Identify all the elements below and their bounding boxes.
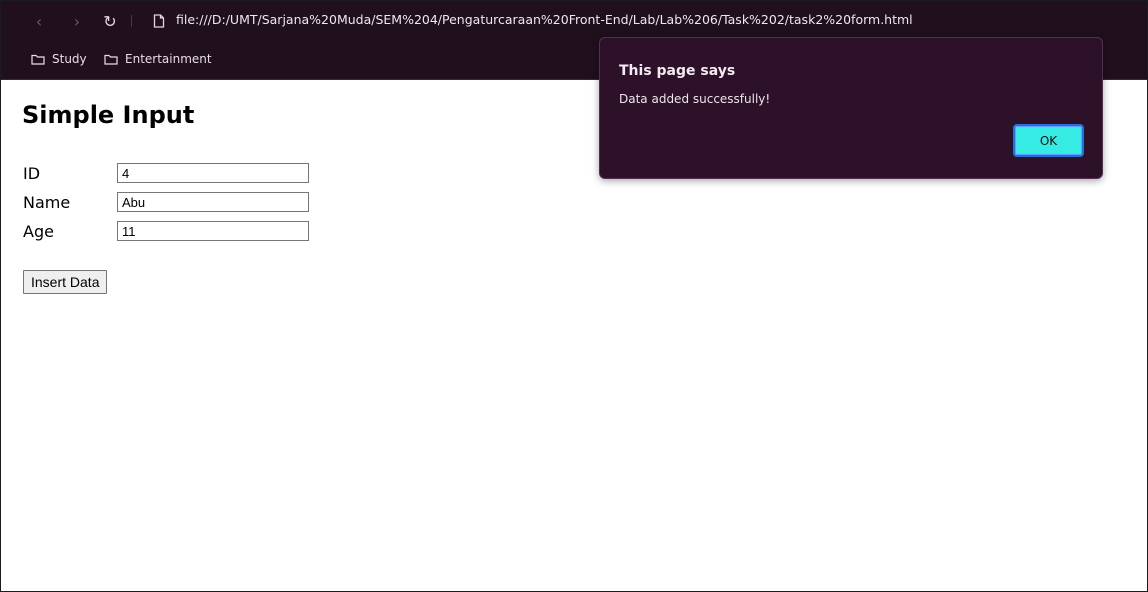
age-label: Age [23, 221, 54, 241]
id-label: ID [23, 163, 41, 183]
back-arrow-icon: ‹ [35, 11, 43, 31]
bookmark-study[interactable]: Study [31, 52, 87, 66]
dialog-title: This page says [619, 63, 736, 79]
page-title: Simple Input [22, 101, 195, 129]
forward-arrow-icon: › [73, 11, 81, 31]
name-input[interactable] [117, 192, 309, 212]
name-label: Name [23, 192, 71, 212]
folder-icon [31, 54, 45, 65]
id-input[interactable] [117, 163, 309, 183]
form-row-age: Age [23, 219, 309, 243]
folder-icon [104, 54, 118, 65]
page-info-button[interactable] [147, 9, 171, 33]
forward-button[interactable]: › [65, 9, 89, 33]
bookmark-label: Study [52, 52, 87, 66]
reload-icon: ↻ [103, 11, 117, 31]
reload-button[interactable]: ↻ [98, 9, 122, 33]
back-button[interactable]: ‹ [27, 9, 51, 33]
bookmark-label: Entertainment [125, 52, 212, 66]
form-row-name: Name [23, 190, 309, 214]
browser-window: ‹ › ↻ file:///D:/UMT/Sarjana%20Muda/SEM%… [0, 0, 1148, 592]
form-row-id: ID [23, 161, 309, 185]
bookmark-entertainment[interactable]: Entertainment [104, 52, 212, 66]
toolbar-divider [131, 15, 132, 27]
browser-toolbar: ‹ › ↻ file:///D:/UMT/Sarjana%20Muda/SEM%… [1, 1, 1147, 41]
address-bar[interactable]: file:///D:/UMT/Sarjana%20Muda/SEM%204/Pe… [176, 12, 913, 27]
ok-button[interactable]: OK [1013, 124, 1084, 157]
age-input[interactable] [117, 221, 309, 241]
insert-data-button[interactable]: Insert Data [23, 270, 108, 294]
dialog-message: Data added successfully! [619, 92, 771, 106]
page-icon [153, 14, 165, 28]
alert-dialog: This page says Data added successfully! … [599, 37, 1103, 179]
